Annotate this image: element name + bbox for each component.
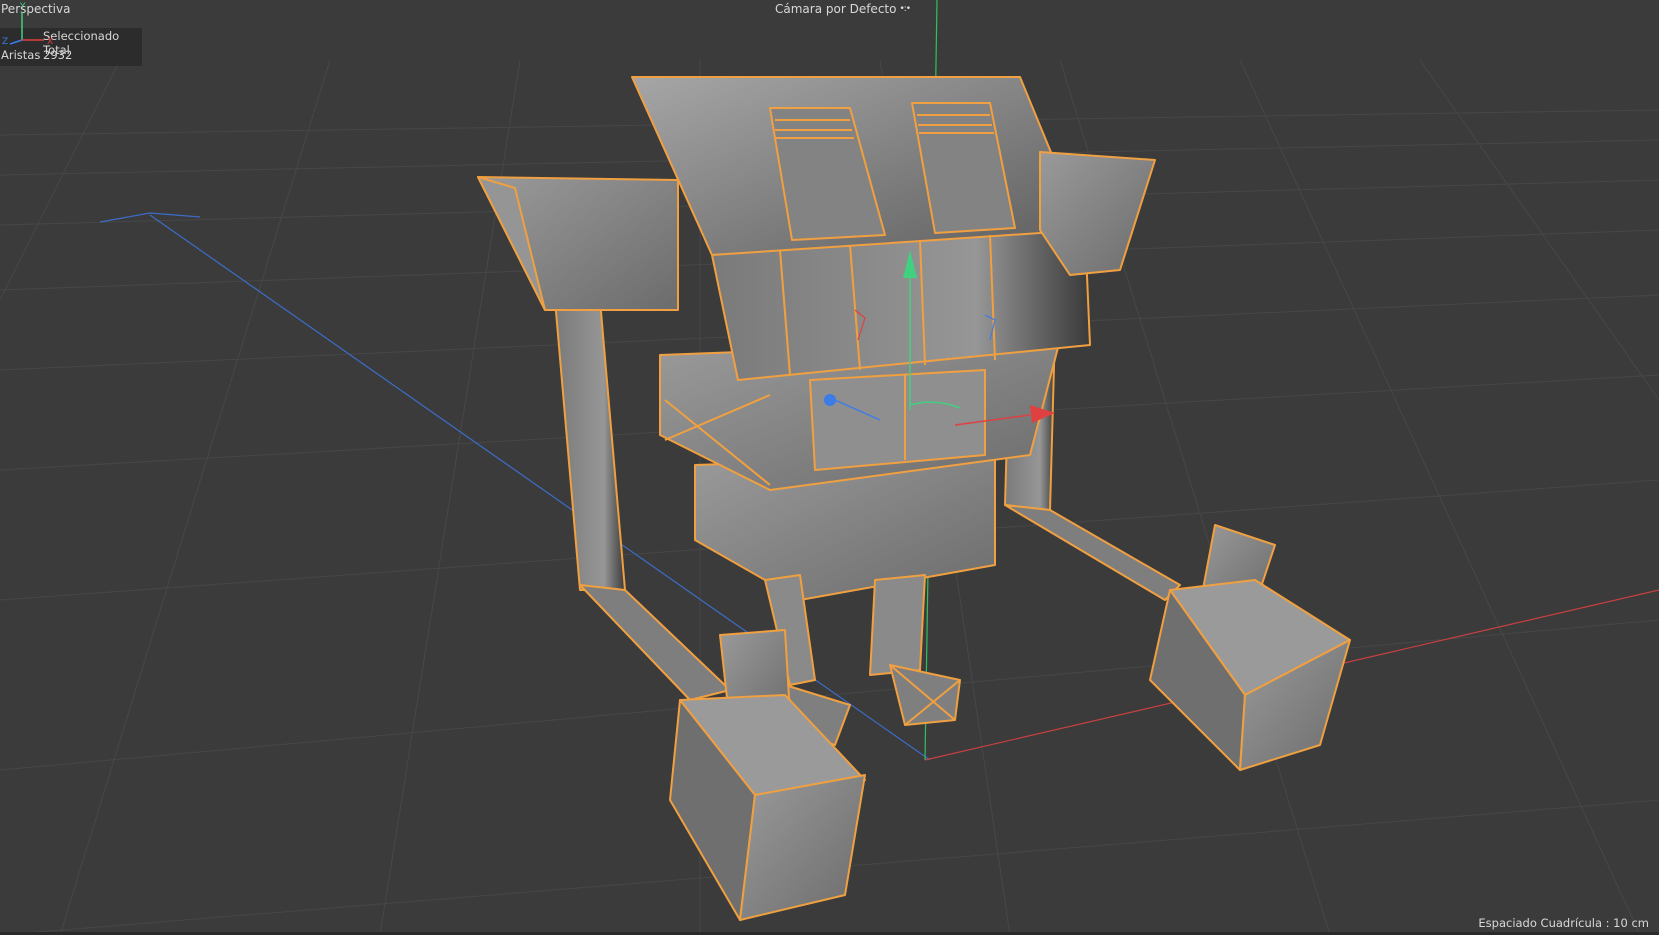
- stats-row-label: Aristas: [1, 48, 41, 62]
- stats-row-value: 2932: [43, 48, 73, 62]
- camera-name-label: Cámara por Defecto: [775, 2, 897, 16]
- 3d-viewport[interactable]: Perspectiva Cámara por Defecto •:• Selec…: [0, 0, 1659, 935]
- camera-menu[interactable]: Cámara por Defecto •:•: [775, 2, 911, 16]
- robot-model: [477, 76, 1351, 921]
- axis-y-label: Y: [19, 2, 26, 12]
- camera-dots-icon: •:•: [899, 4, 911, 14]
- gizmo-z-handle: [824, 394, 836, 406]
- axis-x-label: X: [47, 37, 53, 47]
- viewport-canvas[interactable]: [0, 0, 1659, 935]
- grid-spacing-label: Espaciado Cuadrícula : 10 cm: [1478, 916, 1649, 930]
- axis-z-label: Z: [2, 37, 8, 47]
- axis-orientation-icon: Y Z X: [2, 2, 53, 47]
